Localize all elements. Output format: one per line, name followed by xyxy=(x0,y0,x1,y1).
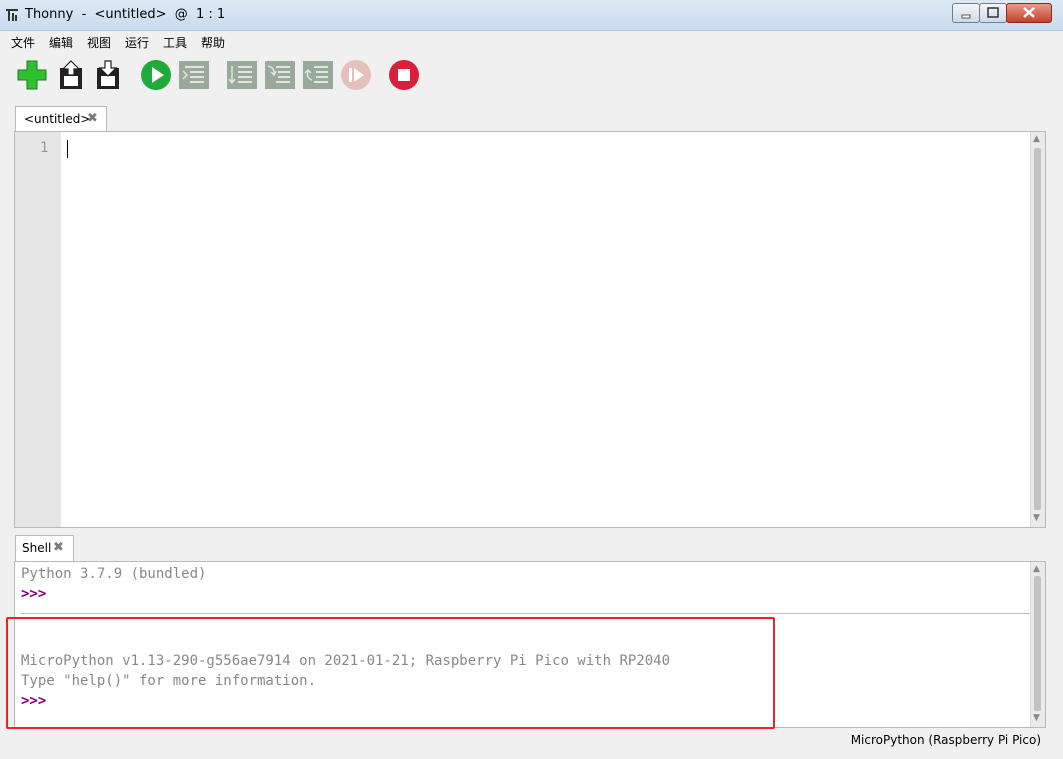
tab-label: Shell xyxy=(22,541,52,555)
step-into-icon[interactable] xyxy=(263,58,297,92)
menu-view[interactable]: 视图 xyxy=(87,34,111,51)
window-title-bar[interactable]: Thonny - <untitled> @ 1 : 1 xyxy=(0,0,1063,31)
shell-separator xyxy=(21,613,1031,614)
resume-icon[interactable] xyxy=(339,58,373,92)
close-tab-icon[interactable]: ✖ xyxy=(53,540,64,555)
tab-untitled[interactable]: <untitled> ✖ xyxy=(15,106,107,133)
close-icon xyxy=(1023,7,1035,18)
run-icon[interactable] xyxy=(139,58,173,92)
step-out-icon[interactable] xyxy=(301,58,335,92)
toolbar xyxy=(0,54,1063,98)
shell-line: Python 3.7.9 (bundled) xyxy=(21,566,207,582)
step-over-icon[interactable] xyxy=(225,58,259,92)
thonny-logo-icon xyxy=(6,9,18,21)
menu-file[interactable]: 文件 xyxy=(11,34,35,51)
menu-edit[interactable]: 编辑 xyxy=(49,34,73,51)
maximize-icon xyxy=(987,7,999,18)
code-editor[interactable]: 1 ▲ ▼ xyxy=(14,131,1046,528)
editor-scrollbar[interactable]: ▲ ▼ xyxy=(1030,132,1045,527)
minimize-icon xyxy=(961,14,971,19)
open-file-icon[interactable] xyxy=(54,58,88,92)
interpreter-selector[interactable]: MicroPython (Raspberry Pi Pico) xyxy=(851,733,1041,747)
text-cursor xyxy=(67,140,68,158)
menu-tools[interactable]: 工具 xyxy=(163,34,187,51)
highlight-annotation xyxy=(6,617,775,729)
scroll-up-icon[interactable]: ▲ xyxy=(1033,134,1040,144)
save-file-icon[interactable] xyxy=(91,58,125,92)
close-tab-icon[interactable]: ✖ xyxy=(87,111,98,126)
line-number-gutter: 1 xyxy=(15,132,61,527)
debug-icon[interactable] xyxy=(177,58,211,92)
scrollbar-thumb[interactable] xyxy=(1034,148,1041,510)
maximize-button[interactable] xyxy=(979,3,1007,23)
menu-run[interactable]: 运行 xyxy=(125,34,149,51)
scroll-down-icon[interactable]: ▼ xyxy=(1033,713,1040,723)
tab-label: <untitled> xyxy=(24,112,91,126)
minimize-button[interactable] xyxy=(952,3,980,23)
tab-shell[interactable]: Shell ✖ xyxy=(15,535,74,562)
window-title: Thonny - <untitled> @ 1 : 1 xyxy=(25,7,226,22)
scroll-up-icon[interactable]: ▲ xyxy=(1033,564,1040,574)
close-window-button[interactable] xyxy=(1006,3,1052,23)
line-number: 1 xyxy=(40,140,49,156)
stop-icon[interactable] xyxy=(387,58,421,92)
shell-scrollbar[interactable]: ▲ ▼ xyxy=(1030,562,1045,727)
scroll-down-icon[interactable]: ▼ xyxy=(1033,513,1040,523)
scrollbar-thumb[interactable] xyxy=(1034,576,1041,711)
status-bar: MicroPython (Raspberry Pi Pico) xyxy=(0,728,1063,759)
shell-prompt: >>> xyxy=(21,586,47,602)
menu-bar: 文件 编辑 视图 运行 工具 帮助 xyxy=(0,31,1063,51)
menu-help[interactable]: 帮助 xyxy=(201,34,225,51)
new-file-icon[interactable] xyxy=(15,58,49,92)
